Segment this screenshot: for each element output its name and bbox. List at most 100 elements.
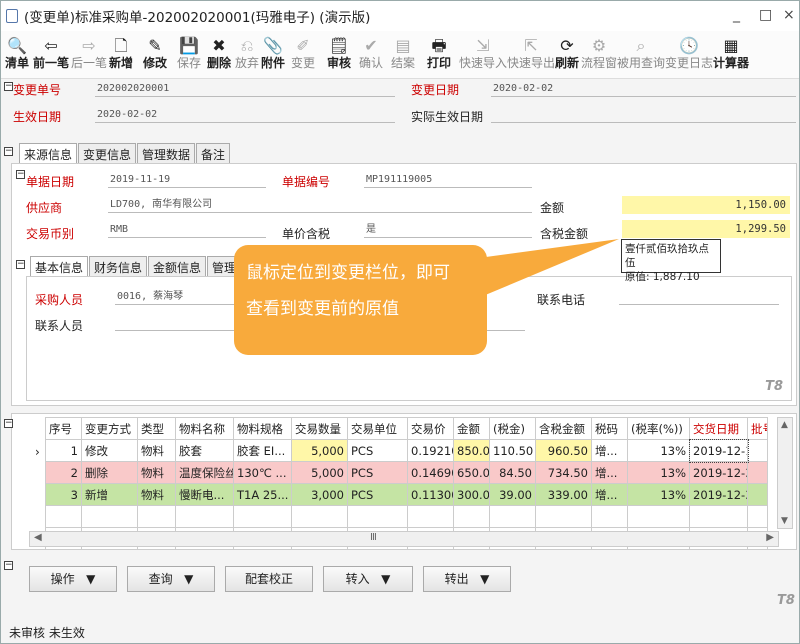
grid-cell[interactable]: T1A 25... <box>233 483 292 506</box>
quick-import-button[interactable]: ⇲ 快速导入 <box>459 36 507 70</box>
tab-0[interactable]: 来源信息 <box>19 143 78 165</box>
grid-cell[interactable] <box>627 505 690 528</box>
grid-header-cell[interactable]: 交易单位 <box>347 417 408 440</box>
tab-3[interactable]: 备注 <box>196 143 231 165</box>
grid-cell[interactable]: 修改 <box>81 439 138 462</box>
grid-cell[interactable] <box>175 505 234 528</box>
grid-cell[interactable]: 13% <box>627 483 690 506</box>
grid-header-cell[interactable]: 物料规格 <box>233 417 292 440</box>
grid-cell[interactable] <box>747 505 768 528</box>
collapse-tabs-icon[interactable]: − <box>4 147 13 156</box>
grid-cell[interactable] <box>45 505 82 528</box>
grid-cell[interactable]: 增... <box>591 483 628 506</box>
vertical-scrollbar[interactable]: ▲ ▼ <box>777 417 793 529</box>
taxed-amount-field[interactable]: 1,299.50 <box>622 220 790 238</box>
collapse-source-icon[interactable]: − <box>16 170 25 179</box>
operate-button[interactable]: 操作 ▼ <box>29 566 117 592</box>
horizontal-scrollbar[interactable]: ◀ Ⅲ ▶ <box>29 531 779 547</box>
confirm-button[interactable]: ✔ 确认 <box>359 36 383 70</box>
refresh-button[interactable]: ⟳ 刷新 <box>555 36 579 70</box>
grid-cell[interactable] <box>233 505 292 528</box>
subtab-1[interactable]: 财务信息 <box>89 256 148 278</box>
grid-cell[interactable]: 5,000 <box>291 439 348 462</box>
grid-cell[interactable]: 339.00 <box>535 483 592 506</box>
grid-cell[interactable]: 3 <box>45 483 82 506</box>
grid-cell[interactable]: 2019-12-18 <box>688 438 749 463</box>
grid-cell[interactable] <box>291 505 348 528</box>
collapse-grid-icon[interactable]: − <box>4 419 13 428</box>
grid-cell[interactable]: 734.50 <box>535 461 592 484</box>
grid-cell[interactable]: 胶套 <box>175 439 234 462</box>
grid-cell[interactable]: PCS <box>347 439 408 462</box>
grid-header-cell[interactable]: 物料名称 <box>175 417 234 440</box>
grid-cell[interactable]: 新增 <box>81 483 138 506</box>
grid-cell[interactable]: 960.50 <box>535 439 592 462</box>
list-button[interactable]: 🔍 清单 <box>5 36 29 70</box>
grid-cell[interactable]: PCS <box>347 483 408 506</box>
grid-cell[interactable] <box>81 505 138 528</box>
grid-cell[interactable] <box>453 505 490 528</box>
grid-header-cell[interactable]: 含税金额 <box>535 417 592 440</box>
grid-header-cell[interactable]: 税码 <box>591 417 628 440</box>
grid-cell[interactable]: 0.14690 <box>407 461 454 484</box>
discard-button[interactable]: ⎌ 放弃 <box>235 36 259 70</box>
usage-query-button[interactable]: ⌕ 被用查询 <box>617 36 665 70</box>
phone-field[interactable] <box>619 289 779 305</box>
grid-cell[interactable]: 300.00 <box>453 483 490 506</box>
grid-cell[interactable]: 13% <box>627 461 690 484</box>
change-log-button[interactable]: 🕓 变更日志 <box>665 36 713 70</box>
grid-cell[interactable]: 110.50 <box>489 439 536 462</box>
transfer-in-button[interactable]: 转入 ▼ <box>323 566 413 592</box>
grid-cell[interactable]: PCS <box>347 461 408 484</box>
table-row[interactable]: 2删除物料温度保险丝130℃ ...5,000PCS0.14690650.008… <box>45 461 768 484</box>
grid-cell[interactable]: 0.11300 <box>407 483 454 506</box>
actual-effective-field[interactable] <box>491 107 796 123</box>
grid-header-cell[interactable]: (税金) <box>489 417 536 440</box>
collapse-basic-icon[interactable]: − <box>16 260 25 269</box>
grid-cell[interactable]: 2019-12-31 <box>689 461 748 484</box>
doc-no-field[interactable]: MP191119005 <box>364 172 532 188</box>
grid-cell[interactable]: 温度保险丝 <box>175 461 234 484</box>
grid-header-cell[interactable]: 变更方式 <box>81 417 138 440</box>
tab-1[interactable]: 变更信息 <box>78 143 137 165</box>
grid-cell[interactable]: 慢断电... <box>175 483 234 506</box>
minimize-button[interactable]: _ <box>733 7 740 23</box>
next-button[interactable]: ⇨ 后一笔 <box>71 36 107 70</box>
collapse-buttons-icon[interactable]: − <box>4 561 13 570</box>
grid-cell[interactable] <box>689 505 748 528</box>
delete-button[interactable]: ✖ 删除 <box>207 36 231 70</box>
grid-cell[interactable]: 物料 <box>137 483 176 506</box>
empty-row[interactable] <box>45 505 768 528</box>
grid-cell[interactable] <box>489 505 536 528</box>
subtab-2[interactable]: 金额信息 <box>148 256 207 278</box>
grid-cell[interactable] <box>747 483 768 506</box>
transfer-out-button[interactable]: 转出 ▼ <box>423 566 511 592</box>
grid-header-cell[interactable]: 交货日期 <box>689 417 748 440</box>
grid-header-cell[interactable]: 交易价 <box>407 417 454 440</box>
change-no-field[interactable]: 202002020001 <box>95 81 395 97</box>
new-button[interactable]: 🗋 新增 <box>109 36 133 70</box>
tax-incl-field[interactable]: 是 <box>364 222 532 238</box>
grid-header-cell[interactable]: 交易数量 <box>291 417 348 440</box>
grid-cell[interactable] <box>407 505 454 528</box>
grid-cell[interactable]: 2 <box>45 461 82 484</box>
collapse-header-icon[interactable]: − <box>4 82 13 91</box>
print-button[interactable]: 🖶 打印 <box>427 36 451 70</box>
kit-check-button[interactable]: 配套校正 <box>225 566 313 592</box>
grid-header-cell[interactable]: 类型 <box>137 417 176 440</box>
grid-cell[interactable]: 13% <box>627 439 690 462</box>
grid-header-cell[interactable]: (税率(%)) <box>627 417 690 440</box>
grid-cell[interactable]: 39.00 <box>489 483 536 506</box>
grid-cell[interactable] <box>747 439 768 462</box>
close-case-button[interactable]: ▤ 结案 <box>391 36 415 70</box>
audit-button[interactable]: 🗒 审核 <box>327 36 351 70</box>
grid-cell[interactable]: 130℃ ... <box>233 461 292 484</box>
query-button[interactable]: 查询 ▼ <box>127 566 215 592</box>
grid-cell[interactable]: 3,000 <box>291 483 348 506</box>
grid-cell[interactable]: 650.00 <box>453 461 490 484</box>
grid-cell[interactable]: 物料 <box>137 439 176 462</box>
grid-cell[interactable] <box>591 505 628 528</box>
grid-cell[interactable]: 胶套 EI... <box>233 439 292 462</box>
flow-button[interactable]: ⚙ 流程窗 <box>581 36 617 70</box>
grid-cell[interactable]: 84.50 <box>489 461 536 484</box>
